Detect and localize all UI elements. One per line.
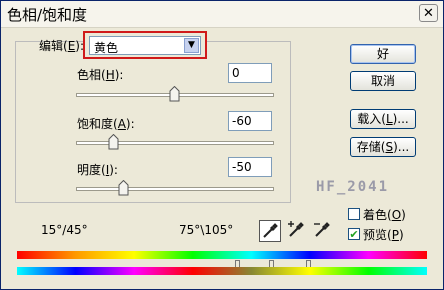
close-button[interactable]: ✕ xyxy=(419,4,438,22)
source-color-bar xyxy=(17,251,427,259)
lightness-input[interactable]: -50 xyxy=(228,157,272,177)
chevron-down-icon[interactable]: ▼ xyxy=(184,38,199,53)
lightness-label: 明度(I): xyxy=(77,163,118,177)
title-bar[interactable]: 色相/饱和度 ✕ xyxy=(1,1,443,28)
preview-label[interactable]: 预览(P) xyxy=(363,226,404,243)
ok-button[interactable]: 好 xyxy=(350,44,416,64)
eyedropper-icon[interactable] xyxy=(259,220,281,242)
saturation-label: 饱和度(A): xyxy=(77,117,135,131)
preview-checkbox[interactable]: ✔ xyxy=(348,228,360,240)
load-button[interactable]: 载入(L)... xyxy=(350,109,416,129)
close-icon: ✕ xyxy=(423,6,434,21)
edit-select-value: 黄色 xyxy=(94,41,119,55)
save-button[interactable]: 存储(S)... xyxy=(350,137,416,157)
hue-slider-thumb[interactable] xyxy=(169,86,180,102)
colorize-checkbox[interactable] xyxy=(348,208,360,220)
hue-input[interactable]: 0 xyxy=(228,63,272,83)
range-right-label: 75°\105° xyxy=(179,223,234,237)
range-left-label: 15°/45° xyxy=(41,223,88,237)
saturation-input[interactable]: -60 xyxy=(228,111,272,131)
edit-select-highlight: 黄色 ▼ xyxy=(83,31,207,59)
hue-saturation-dialog: 色相/饱和度 ✕ 编辑(E): 黄色 ▼ 色相(H): 0 饱和度(A): -6… xyxy=(0,0,444,290)
hue-label: 色相(H): xyxy=(77,68,124,82)
dialog-title: 色相/饱和度 xyxy=(7,6,88,24)
saturation-slider-track[interactable] xyxy=(76,141,274,145)
lightness-slider-track[interactable] xyxy=(76,187,274,191)
eyedropper-minus-icon[interactable] xyxy=(311,220,333,242)
saturation-slider-thumb[interactable] xyxy=(108,134,119,150)
edit-label: 编辑(E): xyxy=(39,39,85,53)
eyedropper-plus-icon[interactable] xyxy=(285,220,307,242)
colorize-label[interactable]: 着色(O) xyxy=(363,206,406,223)
cancel-button[interactable]: 取消 xyxy=(350,71,416,91)
result-color-bar xyxy=(17,267,427,275)
edit-select[interactable]: 黄色 ▼ xyxy=(89,36,201,55)
watermark-signature: HF_2041 xyxy=(316,179,390,195)
lightness-slider-thumb[interactable] xyxy=(118,180,129,196)
